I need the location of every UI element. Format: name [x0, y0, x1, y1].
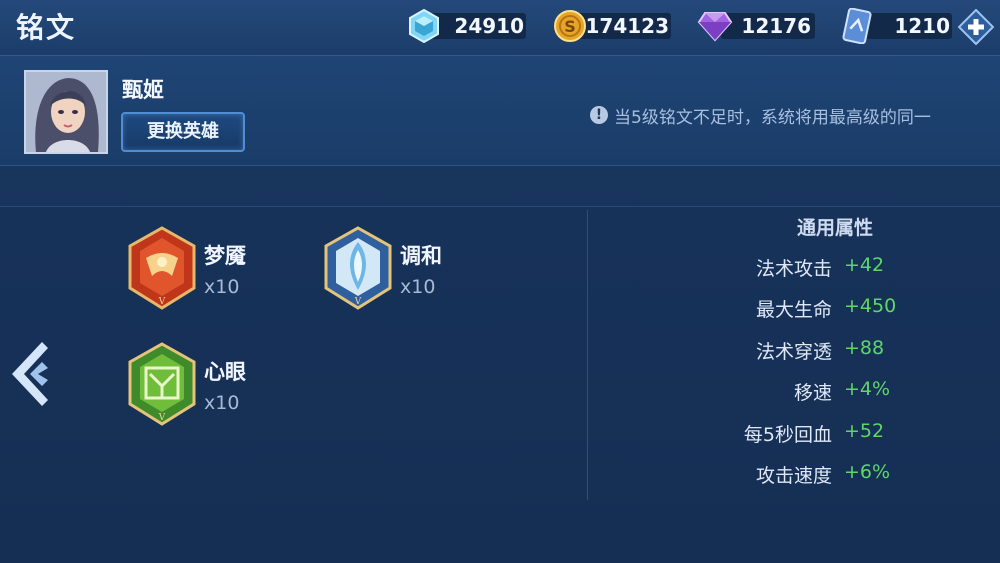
info-icon: !: [590, 106, 608, 124]
panel-divider: [587, 210, 588, 500]
plus-icon: [958, 9, 994, 45]
back-arrow-button[interactable]: [8, 340, 54, 408]
page-title: 铭文: [16, 11, 77, 44]
attribute-row: 攻击速度 +6%: [600, 461, 1000, 491]
rune-name: 心眼: [204, 360, 246, 384]
mind-eye-rune-icon: V: [128, 342, 196, 426]
hero-avatar[interactable]: [24, 70, 108, 154]
gold-coin-icon: S: [554, 10, 586, 42]
notice-message: 当5级铭文不足时，系统将用最高级的同一: [614, 107, 931, 128]
attribute-row: 法术穿透 +88: [600, 337, 1000, 367]
svg-text:V: V: [354, 297, 362, 307]
attribute-name: 攻击速度: [755, 465, 832, 487]
rune-count: x10: [204, 276, 240, 298]
attribute-name: 法术穿透: [755, 341, 832, 363]
attributes-title: 通用属性: [796, 217, 873, 239]
attribute-row: 每5秒回血 +52: [600, 420, 1000, 450]
rune-count: x10: [204, 392, 240, 414]
rune-count: x10: [400, 276, 436, 298]
rune-name: 梦魇: [204, 244, 246, 268]
rune-name: 调和: [400, 244, 442, 268]
add-currency-button[interactable]: [958, 9, 994, 45]
svg-text:V: V: [158, 413, 166, 423]
attribute-row: 移速 +4%: [600, 378, 1000, 408]
attribute-name: 每5秒回血: [743, 424, 832, 446]
attribute-value: +52: [844, 420, 885, 442]
gold-value: 174123: [585, 14, 670, 38]
resource-crystal: 24910: [408, 9, 526, 43]
rune-item[interactable]: V 心眼 x10: [126, 342, 386, 432]
attribute-row: 法术攻击 +42: [600, 254, 1000, 284]
notice-text: ! 当5级铭文不足时，系统将用最高级的同一: [590, 102, 1000, 128]
rune-item[interactable]: V 调和 x10: [322, 226, 582, 316]
diamond-icon: [697, 12, 733, 42]
resource-voucher: 1210: [840, 8, 952, 44]
crystal-value: 24910: [454, 14, 524, 38]
hero-portrait: [26, 72, 106, 152]
voucher-value: 1210: [894, 14, 950, 38]
attribute-value: +42: [844, 254, 885, 276]
attribute-row: 最大生命 +450: [600, 295, 1000, 325]
crystal-icon: [409, 9, 439, 43]
attribute-name: 移速: [793, 382, 832, 404]
attribute-name: 最大生命: [755, 299, 832, 321]
harmony-rune-icon: V: [324, 226, 392, 310]
attribute-value: +450: [844, 295, 897, 317]
attribute-name: 法术攻击: [755, 258, 832, 280]
attribute-value: +88: [844, 337, 885, 359]
svg-text:V: V: [158, 297, 166, 307]
hero-name: 甄姬: [122, 78, 164, 102]
chevron-left-icon: [12, 342, 48, 406]
voucher-icon: [842, 8, 872, 44]
hero-strip: 甄姬 更换英雄 ! 当5级铭文不足时，系统将用最高级的同一: [0, 56, 1000, 166]
nightmare-rune-icon: V: [128, 226, 196, 310]
attribute-value: +6%: [844, 461, 891, 483]
resource-gold: 174123 S: [553, 9, 671, 43]
top-bar: 铭文 24910 174123 S 12176 1210: [0, 0, 1000, 56]
change-hero-button[interactable]: 更换英雄: [121, 112, 245, 152]
svg-text:S: S: [564, 17, 576, 36]
diamond-value: 12176: [741, 14, 811, 38]
attribute-value: +4%: [844, 378, 891, 400]
resource-diamond: 12176: [697, 9, 815, 43]
